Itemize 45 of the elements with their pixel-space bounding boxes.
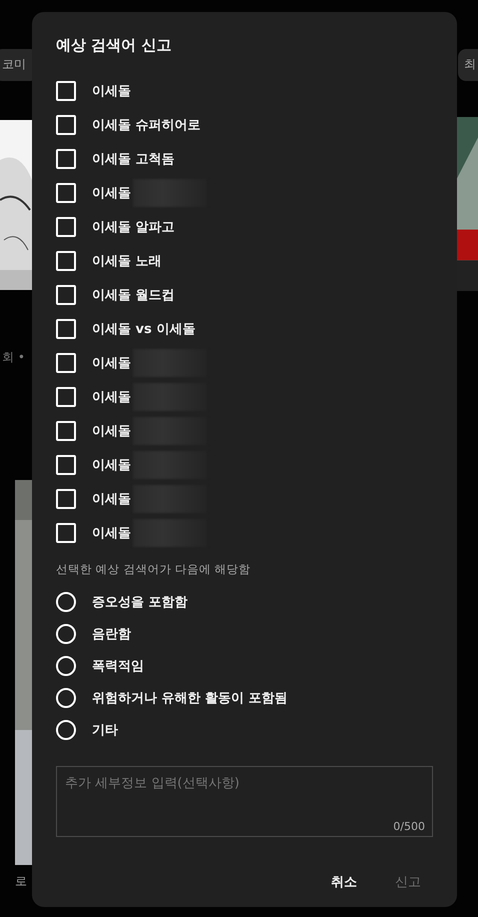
suggestion-label: 이세돌 슈퍼히어로	[92, 117, 201, 134]
suggestion-label: 이세돌 노래	[92, 253, 162, 270]
suggestion-label: 이세돌 월드컵	[92, 287, 175, 304]
suggestion-label: 이세돌	[92, 457, 131, 474]
checkbox[interactable]	[56, 217, 76, 237]
cancel-button[interactable]: 취소	[319, 865, 369, 899]
radio-button[interactable]	[56, 656, 76, 676]
suggestion-label: 이세돌 고척돔	[92, 151, 175, 168]
suggestion-label: 이세돌	[92, 389, 131, 406]
section-heading: 선택한 예상 검색어가 다음에 해당함	[56, 562, 252, 578]
checkbox[interactable]	[56, 455, 76, 475]
category-chip[interactable]: 최	[458, 49, 478, 81]
checkbox[interactable]	[56, 251, 76, 271]
radio-button[interactable]	[56, 592, 76, 612]
suggestion-label: 이세돌	[92, 185, 131, 202]
suggestion-label: 이세돌	[92, 355, 131, 372]
checkbox[interactable]	[56, 285, 76, 305]
suggestion-label: 이세돌	[92, 491, 131, 508]
checkbox[interactable]	[56, 523, 76, 543]
radio-button[interactable]	[56, 624, 76, 644]
reason-label: 증오성을 포함함	[92, 594, 188, 611]
reason-label: 폭력적임	[92, 658, 144, 675]
radio-button[interactable]	[56, 688, 76, 708]
character-counter: 0/500	[393, 820, 425, 833]
reason-label: 위험하거나 유해한 활동이 포함됨	[92, 690, 288, 707]
suggestion-label: 이세돌 알파고	[92, 219, 175, 236]
checkbox[interactable]	[56, 81, 76, 101]
reason-label: 기타	[92, 722, 118, 739]
video-title-text: 로	[15, 873, 27, 890]
checkbox[interactable]	[56, 183, 76, 203]
checkbox[interactable]	[56, 319, 76, 339]
dialog-title: 예상 검색어 신고	[56, 36, 172, 56]
radio-button[interactable]	[56, 720, 76, 740]
checkbox[interactable]	[56, 149, 76, 169]
suggestion-label: 이세돌	[92, 525, 131, 542]
checkbox[interactable]	[56, 353, 76, 373]
checkbox[interactable]	[56, 387, 76, 407]
suggestion-label: 이세돌 vs 이세돌	[92, 321, 196, 338]
checkbox[interactable]	[56, 115, 76, 135]
checkbox[interactable]	[56, 489, 76, 509]
checkbox[interactable]	[56, 421, 76, 441]
reason-label: 음란함	[92, 626, 131, 643]
suggestion-label: 이세돌	[92, 423, 131, 440]
view-count-text: 회 •	[2, 349, 25, 366]
suggestion-label: 이세돌	[92, 83, 131, 100]
